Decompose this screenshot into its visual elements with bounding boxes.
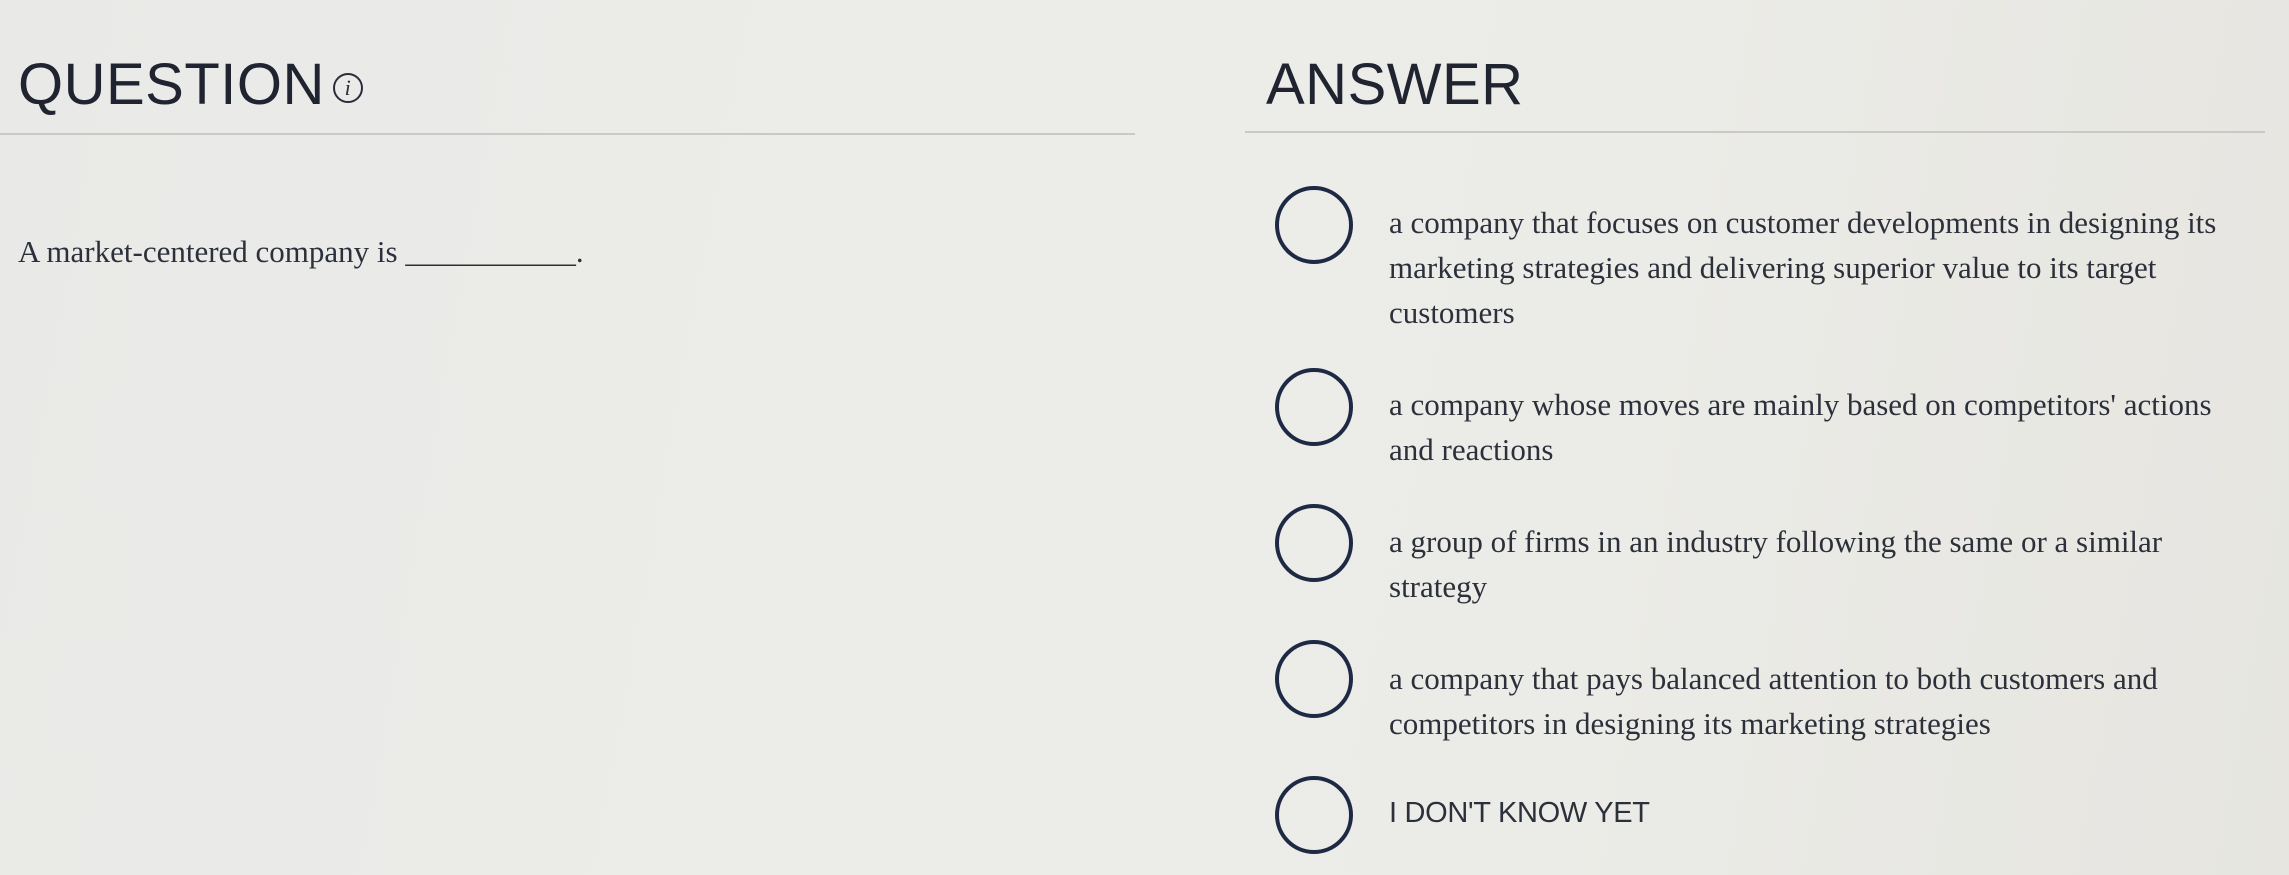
answer-heading: ANSWER: [1266, 52, 1524, 117]
question-prompt: A market-centered company is ___________…: [18, 234, 584, 269]
question-heading: QUESTION i: [18, 56, 363, 114]
answer-option-label: a company that focuses on customer devel…: [1389, 205, 2217, 330]
radio-button-2[interactable]: [1275, 368, 1353, 446]
question-heading-text: QUESTION: [18, 52, 325, 117]
answer-option-label: I DON'T KNOW YET: [1389, 797, 1650, 829]
question-divider: [0, 133, 1135, 135]
info-icon[interactable]: i: [332, 73, 363, 103]
answer-option-label: a company whose moves are mainly based o…: [1389, 387, 2212, 467]
radio-button-4[interactable]: [1275, 640, 1353, 718]
answer-divider: [1245, 131, 2265, 133]
answer-option-label: a group of firms in an industry followin…: [1389, 524, 2163, 604]
answer-option-label: a company that pays balanced attention t…: [1389, 661, 2158, 741]
radio-button-1[interactable]: [1275, 186, 1353, 264]
radio-button-5[interactable]: [1275, 776, 1353, 854]
radio-button-3[interactable]: [1275, 504, 1353, 582]
